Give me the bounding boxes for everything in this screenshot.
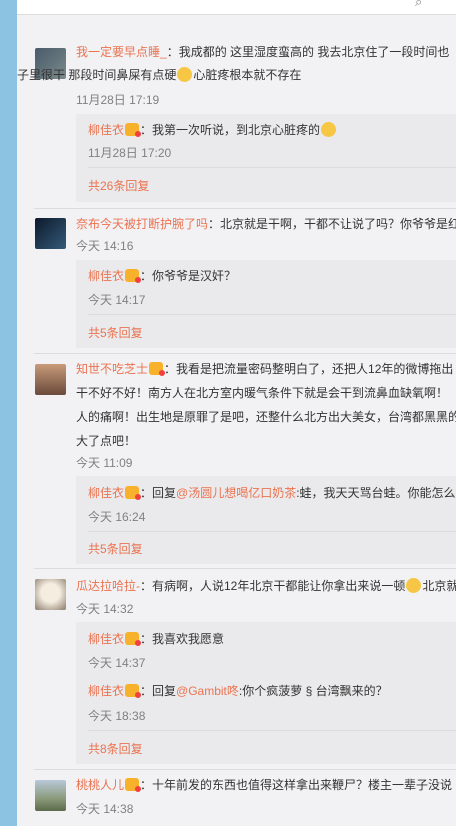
comment-time[interactable]: 今天 14:16 xyxy=(76,237,133,254)
reply-time[interactable]: 今天 14:37 xyxy=(88,654,145,671)
comment-time[interactable]: 今天 14:32 xyxy=(76,600,133,617)
more-replies-link[interactable]: 共26条回复 xyxy=(88,177,149,194)
comment-text: 我一定要早点睡_：我成都的 这里湿度蛮高的 我去北京住了一段时间也 xyxy=(76,40,449,64)
vip-badge-icon xyxy=(125,778,142,792)
comment-body: ：我成都的 这里湿度蛮高的 我去北京住了一段时间也 xyxy=(166,45,450,59)
emoji-icon xyxy=(321,122,337,137)
reply-item: 柳佳衣 ：回复@汤圆儿想喝亿口奶茶:蛙，我天天骂台蛙。你能怎么 xyxy=(88,485,456,501)
divider xyxy=(34,353,456,354)
reply-box: 柳佳衣 ：回复@汤圆儿想喝亿口奶茶:蛙，我天天骂台蛙。你能怎么 今天 16:24 … xyxy=(76,476,456,564)
comment-body: ：有病啊，人说12年北京干都能让你拿出来说一顿 xyxy=(140,579,406,593)
comment-panel: ... ⌕ 我一定要早点睡_：我成都的 这里湿度蛮高的 我去北京住了一段时间也 … xyxy=(17,0,456,826)
reply-box: 柳佳衣 ：我第一次听说，到北京心脏疼的 11月28日 17:20 共26条回复 xyxy=(76,114,456,202)
comment-text-line2: 子里很干 那段时间鼻屎有点硬 心脏疼根本就不存在 xyxy=(17,63,301,87)
mention-link[interactable]: @汤圆儿想喝亿口奶茶 xyxy=(176,486,296,500)
divider xyxy=(88,314,456,315)
divider xyxy=(34,769,456,770)
reply-author[interactable]: 柳佳衣 xyxy=(88,684,124,698)
divider xyxy=(88,531,456,532)
vip-badge-icon xyxy=(125,684,142,698)
reply-prefix: ：回复 xyxy=(140,486,177,500)
comment-text: 奈布今天被打断护腕了吗：北京就是干啊，干都不让说了吗？你爷爷是红 xyxy=(76,212,456,236)
avatar[interactable] xyxy=(35,364,66,395)
comment-author[interactable]: 桃桃人儿 xyxy=(76,778,124,792)
reply-time[interactable]: 今天 14:17 xyxy=(88,291,145,308)
reply-item: 柳佳衣 ：我第一次听说，到北京心脏疼的 xyxy=(88,122,337,138)
divider xyxy=(34,208,456,209)
vip-badge-icon xyxy=(125,123,142,137)
vip-badge-icon xyxy=(125,486,142,500)
reply-body: ：我第一次听说，到北京心脏疼的 xyxy=(140,123,321,137)
avatar[interactable] xyxy=(35,780,66,811)
reply-item: 柳佳衣 ：回复@Gambit咚:你个疯菠萝 § 台湾飘来的？ xyxy=(88,683,388,699)
comment-body: 干不好不好！南方人在北方室内暖气条件下就是会干到流鼻血缺氧啊！ xyxy=(76,386,449,400)
left-frame-strip xyxy=(0,0,17,826)
more-replies-link[interactable]: 共5条回复 xyxy=(88,540,143,557)
reply-author[interactable]: 柳佳衣 xyxy=(88,123,124,137)
reply-body: :蛙，我天天骂台蛙。你能怎么 xyxy=(296,486,456,500)
reply-item: 柳佳衣 ：我喜欢我愿意 xyxy=(88,631,224,647)
divider xyxy=(88,167,456,168)
reply-author[interactable]: 柳佳衣 xyxy=(88,269,124,283)
comment-body: ：十年前发的东西也值得这样拿出来鞭尸？楼主一辈子没说 xyxy=(140,778,453,792)
comment-time[interactable]: 今天 14:38 xyxy=(76,800,133,817)
reply-box: 柳佳衣 ：我喜欢我愿意 今天 14:37 柳佳衣 ：回复@Gambit咚:你个疯菠萝… xyxy=(76,622,456,764)
comment-body: ：我看是把流量密码整明白了，还把人12年的微博拖出 xyxy=(164,362,454,376)
comment-time[interactable]: 今天 11:09 xyxy=(76,454,132,471)
comment-body: ：北京就是干啊，干都不让说了吗？你爷爷是红 xyxy=(208,217,456,231)
top-search-bar[interactable]: ... ⌕ xyxy=(17,0,456,15)
reply-time[interactable]: 今天 16:24 xyxy=(88,508,145,525)
reply-author[interactable]: 柳佳衣 xyxy=(88,486,124,500)
reply-body: ：我喜欢我愿意 xyxy=(140,632,225,646)
emoji-icon xyxy=(406,578,422,593)
more-replies-link[interactable]: 共8条回复 xyxy=(88,740,143,757)
reply-body: :你个疯菠萝 § 台湾飘来的？ xyxy=(238,684,388,698)
more-replies-link[interactable]: 共5条回复 xyxy=(88,324,143,341)
comment-body: 大了点吧！ xyxy=(76,434,137,448)
vip-badge-icon xyxy=(125,269,142,283)
vip-badge-icon xyxy=(125,632,142,646)
emoji-icon xyxy=(177,67,193,82)
comment-body: 子里很干 那段时间鼻屎有点硬 xyxy=(17,68,177,82)
reply-item: 柳佳衣 ：你爷爷是汉奸？ xyxy=(88,268,236,284)
comment-author[interactable]: 瓜达拉哈拉- xyxy=(76,579,140,593)
divider xyxy=(34,568,456,569)
avatar[interactable] xyxy=(35,579,66,610)
comment-author[interactable]: 我一定要早点睡_ xyxy=(76,45,167,59)
vip-badge-icon xyxy=(149,362,166,376)
mention-link[interactable]: @Gambit咚 xyxy=(176,684,239,698)
comment-time[interactable]: 11月28日 17:19 xyxy=(76,91,159,108)
comment-body: 心脏疼根本就不存在 xyxy=(193,68,302,82)
comment-body: 人的痛啊！出生地是原罪了是吧，还整什么北方出大美女，台湾都黑黑的 xyxy=(76,410,456,424)
comment-text: 桃桃人儿 ：十年前发的东西也值得这样拿出来鞭尸？楼主一辈子没说 xyxy=(76,773,452,797)
avatar[interactable] xyxy=(35,218,66,249)
comment-body: 北京就 xyxy=(422,579,456,593)
comment-author[interactable]: 知世不吃芝士 xyxy=(76,362,148,376)
search-icon[interactable]: ⌕ xyxy=(415,0,422,10)
comment-author[interactable]: 奈布今天被打断护腕了吗 xyxy=(76,217,208,231)
reply-body: ：你爷爷是汉奸？ xyxy=(140,269,237,283)
divider xyxy=(88,730,456,731)
reply-box: 柳佳衣 ：你爷爷是汉奸？ 今天 14:17 共5条回复 xyxy=(76,260,456,348)
reply-time[interactable]: 11月28日 17:20 xyxy=(88,144,171,161)
reply-time[interactable]: 今天 18:38 xyxy=(88,707,145,724)
comment-text: 瓜达拉哈拉-：有病啊，人说12年北京干都能让你拿出来说一顿 北京就 xyxy=(76,574,456,598)
comment-text: 知世不吃芝士 ：我看是把流量密码整明白了，还把人12年的微博拖出 xyxy=(76,357,453,381)
reply-prefix: ：回复 xyxy=(140,684,177,698)
reply-author[interactable]: 柳佳衣 xyxy=(88,632,124,646)
